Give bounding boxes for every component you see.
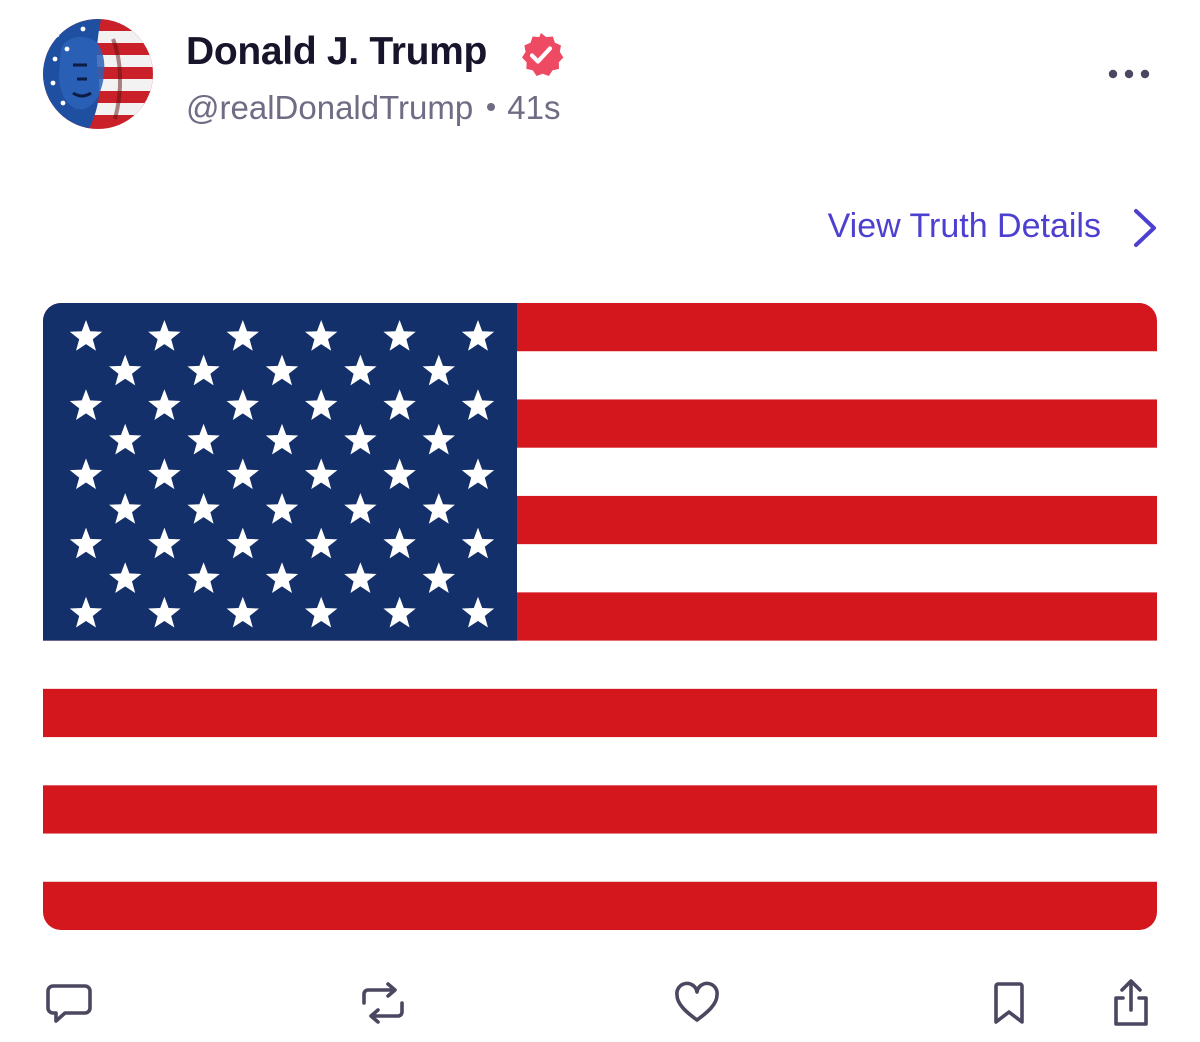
repost-arrows-icon bbox=[362, 982, 404, 1024]
reply-button[interactable] bbox=[44, 978, 94, 1028]
author-avatar[interactable] bbox=[43, 19, 153, 129]
view-truth-details-link[interactable]: View Truth Details bbox=[828, 207, 1101, 246]
bookmark-button[interactable] bbox=[984, 978, 1034, 1028]
separator-dot bbox=[487, 103, 496, 112]
post-timestamp: 41s bbox=[507, 89, 561, 126]
more-options-icon[interactable] bbox=[1106, 64, 1152, 84]
retruth-button[interactable] bbox=[358, 978, 408, 1028]
flag-red-stripe bbox=[43, 785, 1157, 834]
like-button[interactable] bbox=[672, 978, 722, 1028]
flag-red-stripe bbox=[43, 688, 1157, 738]
author-display-name[interactable]: Donald J. Trump bbox=[186, 30, 487, 74]
chevron-right-icon[interactable] bbox=[1130, 207, 1160, 249]
verified-badge-icon bbox=[522, 33, 564, 76]
flag-red-stripe bbox=[43, 881, 1157, 930]
avatar-portrait-image bbox=[43, 19, 153, 129]
heart-icon bbox=[675, 981, 719, 1022]
bookmark-icon bbox=[994, 982, 1024, 1024]
post-media-image[interactable] bbox=[43, 303, 1157, 930]
share-icon bbox=[1114, 979, 1148, 1026]
share-button[interactable] bbox=[1106, 978, 1156, 1028]
author-handle[interactable]: @realDonaldTrump bbox=[186, 89, 473, 126]
author-handle-line: @realDonaldTrump 41s bbox=[186, 89, 560, 127]
us-flag-image bbox=[43, 303, 1157, 930]
speech-bubble-icon bbox=[46, 984, 92, 1023]
